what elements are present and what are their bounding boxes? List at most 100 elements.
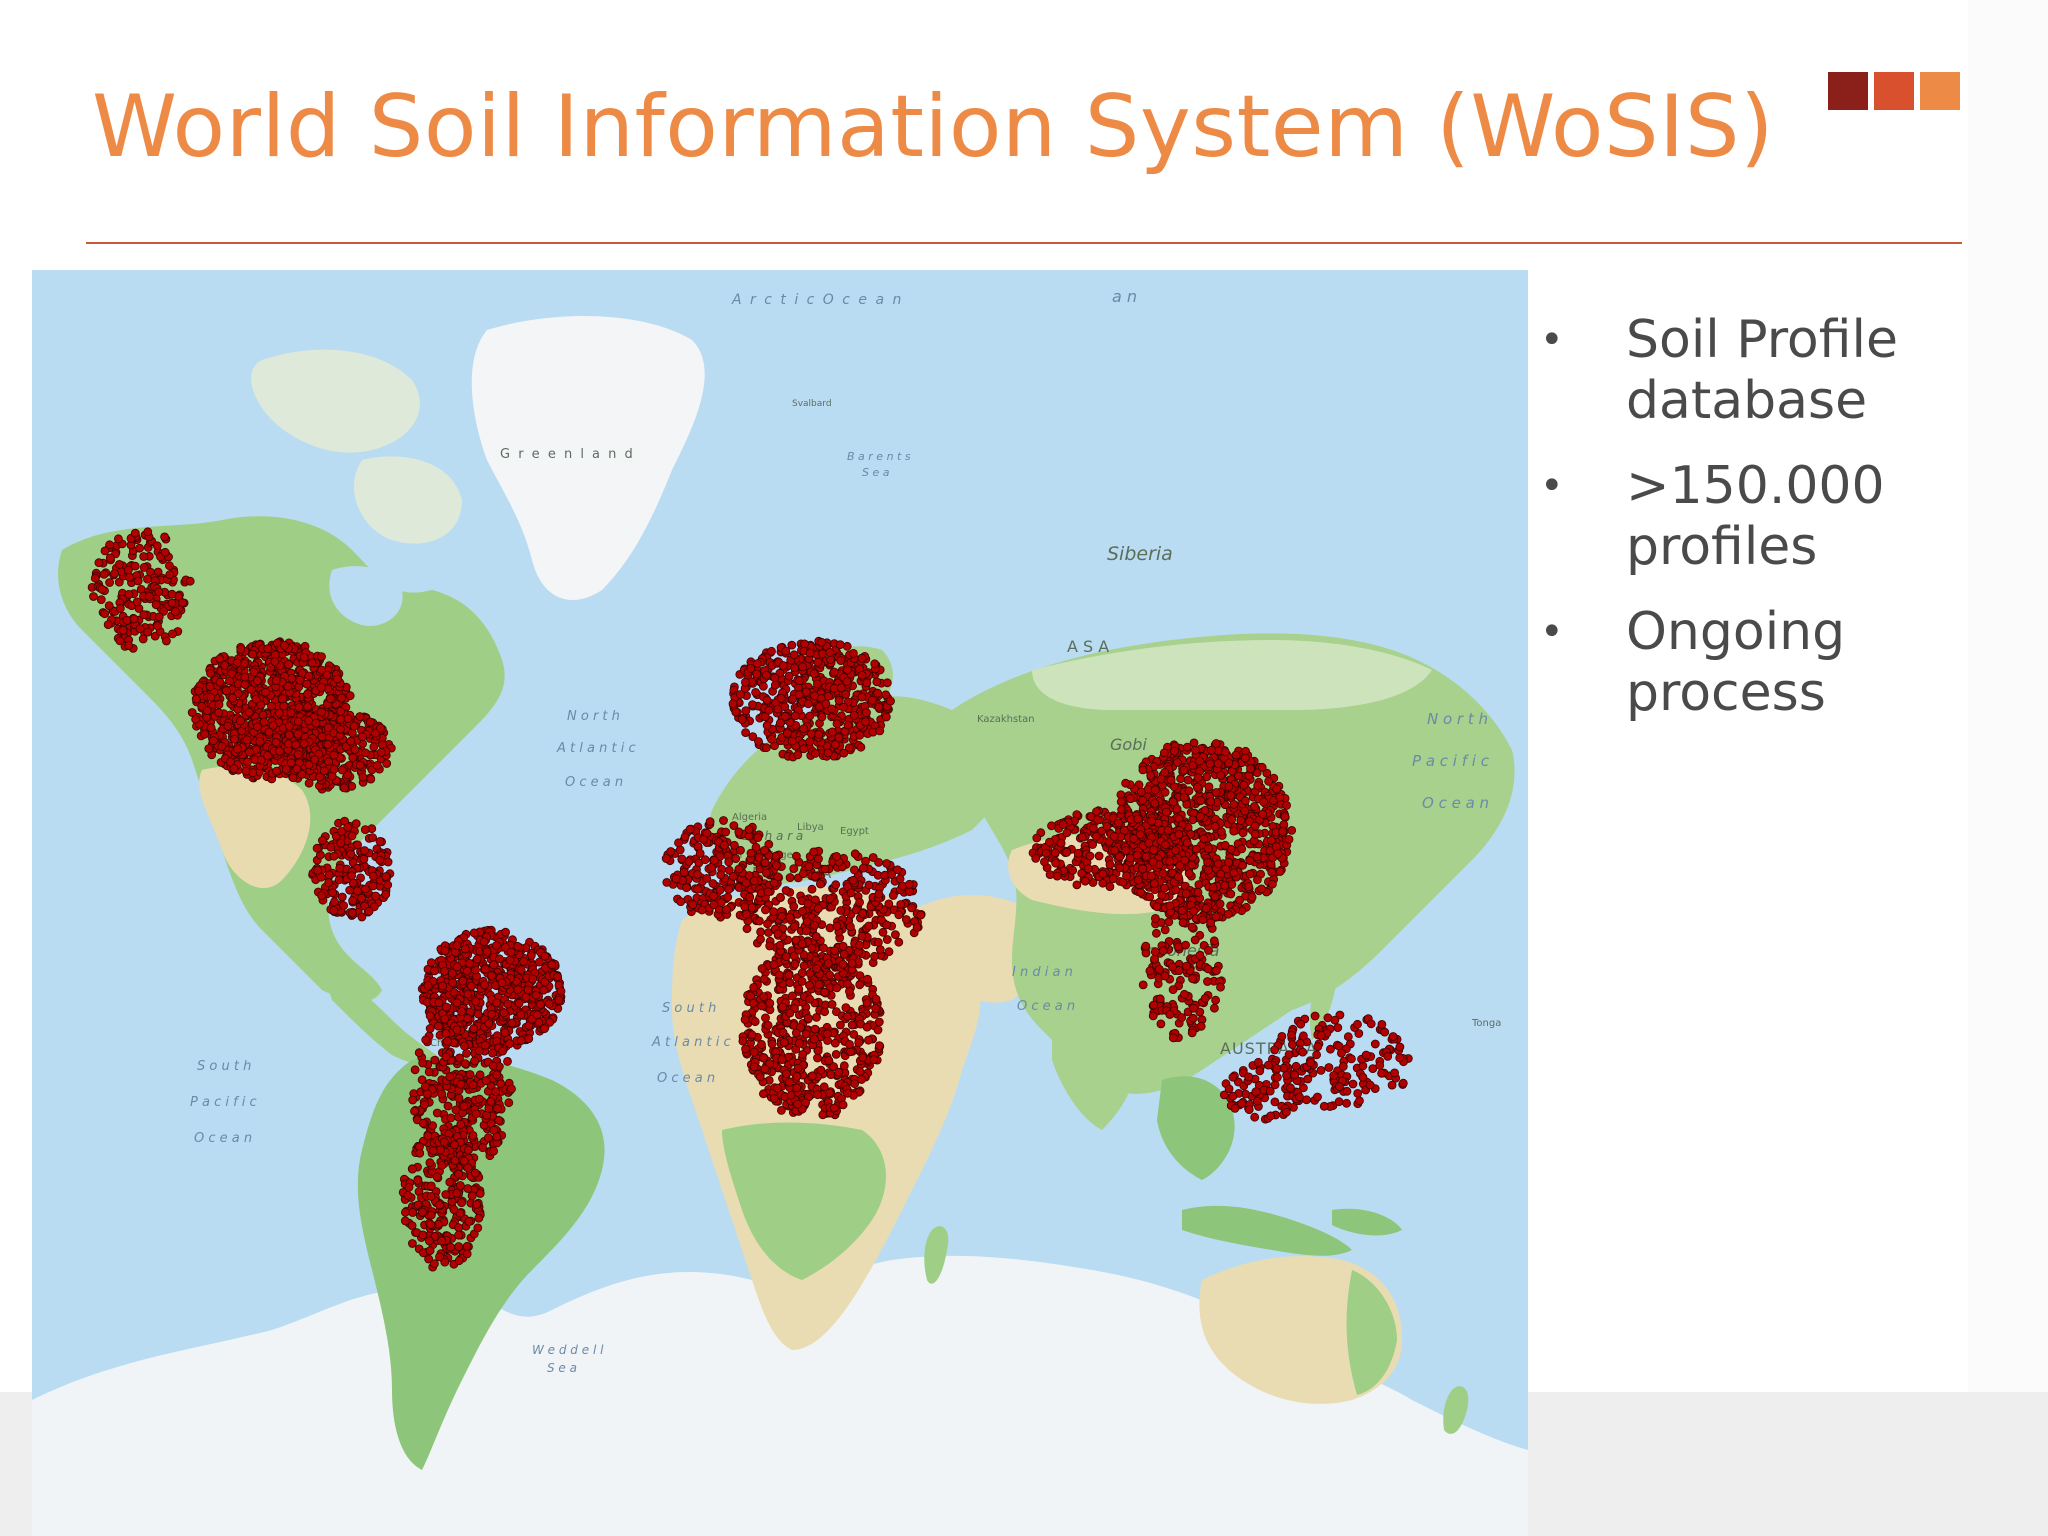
soil-profile-marker [870, 951, 879, 961]
soil-profile-marker [888, 891, 898, 900]
soil-profile-marker [729, 872, 738, 881]
soil-profile-marker [471, 997, 481, 1006]
soil-profile-marker [781, 646, 791, 656]
soil-profile-marker [787, 640, 797, 650]
soil-profile-marker [312, 843, 322, 853]
soil-profile-marker [823, 1029, 832, 1039]
soil-profile-marker [842, 677, 852, 687]
soil-profile-marker [523, 985, 533, 995]
soil-profile-marker [868, 853, 878, 862]
label-south-atlantic: S o u t h [662, 1001, 716, 1016]
soil-profile-marker [769, 907, 778, 916]
label-barents: B a r e n t s [847, 450, 911, 463]
soil-profile-marker [139, 552, 149, 561]
soil-profile-marker [89, 592, 98, 601]
soil-profile-marker [556, 986, 566, 996]
soil-profile-marker [452, 962, 462, 972]
label-south-pacific-2: P a c i f i c [190, 1095, 257, 1110]
soil-profile-marker [105, 578, 114, 587]
label-svalbard: Svalbard [792, 399, 832, 409]
soil-profile-marker [762, 695, 772, 705]
soil-profile-marker [724, 885, 734, 894]
soil-profile-marker [805, 980, 814, 990]
soil-profile-marker [507, 1018, 517, 1028]
soil-profile-marker [843, 1088, 852, 1098]
soil-profile-marker [761, 1013, 770, 1023]
soil-profile-marker [333, 674, 342, 684]
soil-profile-marker [317, 836, 327, 845]
soil-profile-marker [256, 700, 266, 710]
soil-profile-marker [751, 687, 760, 697]
soil-profile-marker [375, 837, 385, 846]
soil-profile-marker [843, 720, 853, 730]
soil-profile-marker [798, 1050, 808, 1059]
soil-profile-marker [783, 728, 792, 738]
soil-profile-marker [437, 1236, 447, 1246]
soil-profile-marker [407, 1239, 417, 1248]
soil-profile-marker [329, 764, 339, 774]
soil-profile-marker [462, 1249, 472, 1259]
soil-profile-marker [709, 855, 719, 865]
soil-profile-marker [850, 849, 860, 859]
soil-profile-marker [497, 978, 507, 988]
soil-profile-marker [748, 700, 757, 710]
soil-profile-marker [423, 981, 433, 990]
soil-profile-marker [425, 1158, 435, 1168]
soil-profile-marker [675, 845, 685, 855]
soil-profile-marker [798, 662, 807, 672]
soil-profile-marker [817, 637, 826, 647]
soil-profile-marker [856, 742, 866, 752]
soil-profile-marker [467, 1191, 477, 1201]
soil-profile-marker [805, 737, 815, 747]
soil-profile-marker [736, 845, 745, 855]
soil-profile-marker [792, 1071, 802, 1081]
soil-profile-marker [271, 737, 281, 747]
label-south-pacific: S o u t h [197, 1059, 251, 1074]
soil-profile-marker [460, 944, 470, 954]
soil-profile-marker [376, 723, 385, 733]
soil-profile-marker [310, 755, 320, 765]
label-egypt: Egypt [840, 826, 869, 837]
soil-profile-marker [245, 747, 254, 757]
soil-profile-marker [347, 871, 357, 881]
soil-profile-marker [275, 746, 285, 756]
soil-profile-marker [438, 981, 448, 991]
soil-profile-marker [208, 736, 218, 746]
soil-profile-marker [838, 1100, 848, 1110]
soil-profile-marker [133, 576, 143, 586]
soil-profile-marker [459, 1101, 469, 1111]
soil-profile-marker [791, 711, 800, 721]
soil-profile-marker [418, 1058, 428, 1068]
soil-profile-marker [339, 783, 349, 793]
soil-profile-marker [221, 686, 231, 696]
soil-profile-marker [802, 917, 812, 926]
soil-profile-marker [825, 894, 835, 903]
soil-profile-marker [693, 884, 702, 894]
soil-profile-marker [124, 641, 134, 651]
soil-profile-marker [337, 693, 347, 703]
soil-profile-marker [799, 744, 809, 754]
label-pacific-ocean: O c e a n [1422, 794, 1489, 812]
soil-profile-marker [876, 915, 886, 925]
label-arctic-ocean: A r c t i c O c e a n [731, 292, 903, 308]
soil-profile-marker [855, 940, 865, 950]
soil-profile-marker [755, 1072, 765, 1082]
side-band [1968, 0, 2048, 1392]
accent-square-dark [1828, 72, 1868, 110]
soil-profile-marker [1121, 778, 1130, 788]
soil-profile-marker [154, 587, 164, 597]
soil-profile-marker [809, 669, 819, 679]
soil-profile-marker [795, 676, 804, 686]
soil-profile-marker [811, 748, 820, 758]
soil-profile-marker [671, 874, 681, 884]
soil-profile-marker [469, 1024, 479, 1034]
soil-profile-marker [747, 1030, 757, 1040]
soil-profile-marker [813, 904, 823, 913]
soil-profile-marker [857, 1075, 866, 1084]
soil-profile-marker [716, 898, 726, 907]
soil-profile-marker [857, 931, 867, 941]
soil-profile-marker [343, 714, 353, 724]
soil-profile-marker [215, 677, 225, 687]
soil-profile-marker [801, 926, 811, 936]
soil-profile-marker [882, 678, 892, 688]
